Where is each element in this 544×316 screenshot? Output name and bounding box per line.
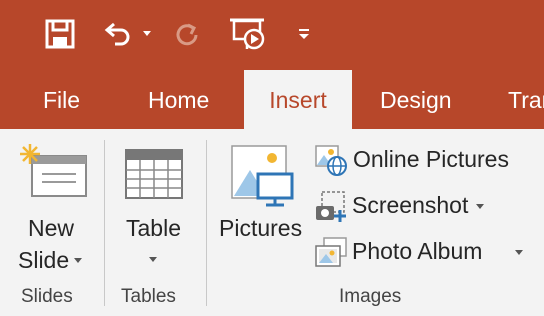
photo-album-label: Photo Album — [352, 238, 483, 264]
new-slide-label-line1: New — [28, 215, 75, 241]
save-icon — [45, 19, 75, 49]
present-from-start-button[interactable] — [222, 14, 272, 54]
tab-design[interactable]: Design — [380, 70, 452, 129]
online-pictures-button[interactable]: Online Pictures — [312, 144, 518, 178]
customize-qat-icon — [299, 29, 309, 39]
new-slide-dropdown-icon[interactable] — [74, 258, 82, 263]
redo-button[interactable] — [168, 14, 206, 54]
screenshot-button[interactable]: Screenshot — [312, 190, 492, 224]
table-icon — [125, 149, 183, 199]
ribbon-tabs: File Home Insert Design Tran — [0, 70, 544, 129]
redo-icon — [176, 23, 198, 46]
new-slide-label-line2: Slide — [18, 247, 70, 273]
tab-file[interactable]: File — [43, 70, 80, 129]
tab-home[interactable]: Home — [148, 70, 209, 129]
screenshot-dropdown-icon[interactable] — [476, 204, 484, 209]
screenshot-icon — [316, 191, 346, 222]
online-pictures-icon — [315, 145, 347, 176]
group-label-images: Images — [339, 286, 402, 307]
tab-transitions[interactable]: Tran — [508, 70, 544, 129]
new-slide-icon — [20, 144, 87, 197]
table-label: Table — [126, 215, 181, 241]
table-dropdown-icon[interactable] — [149, 257, 157, 262]
undo-button[interactable] — [98, 14, 156, 54]
pictures-label: Pictures — [219, 215, 303, 241]
photo-album-button[interactable]: Photo Album — [312, 236, 528, 270]
customize-qat-button[interactable] — [292, 14, 316, 54]
pictures-button[interactable] — [214, 140, 306, 280]
present-from-start-icon — [230, 18, 265, 50]
group-label-slides: Slides — [21, 286, 73, 307]
undo-icon — [104, 22, 151, 46]
photo-album-icon — [315, 237, 347, 267]
save-button[interactable] — [38, 14, 82, 54]
online-pictures-label: Online Pictures — [353, 146, 509, 172]
group-separator — [206, 140, 207, 306]
photo-album-dropdown-icon[interactable] — [515, 250, 523, 255]
tab-insert[interactable]: Insert — [244, 70, 352, 129]
screenshot-label: Screenshot — [352, 192, 469, 218]
group-label-tables: Tables — [121, 286, 176, 307]
group-separator — [104, 140, 105, 306]
quick-access-toolbar — [0, 0, 544, 70]
pictures-icon — [231, 145, 294, 207]
